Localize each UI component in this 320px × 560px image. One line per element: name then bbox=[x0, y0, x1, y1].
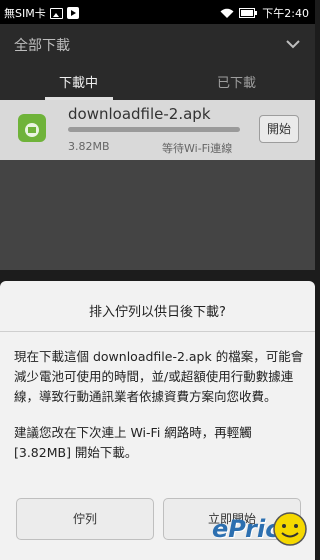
download-status: 等待Wi-Fi連線 bbox=[162, 142, 233, 155]
tab-downloading[interactable]: 下載中 bbox=[0, 72, 157, 91]
eprice-watermark: ePrice bbox=[212, 505, 312, 555]
dialog-message-suggestion: 建議您改在下次連上 Wi-Fi 網路時，再輕觸 [3.82MB] 開始下載。 bbox=[14, 425, 252, 460]
wifi-icon bbox=[220, 8, 234, 19]
tab-downloaded[interactable]: 已下載 bbox=[158, 72, 315, 91]
download-progress-bar bbox=[68, 127, 240, 132]
header-title: 全部下載 bbox=[14, 38, 70, 54]
dialog-message-warning: 現在下載這個 downloadfile-2.apk 的檔案，可能會減少電池可使用… bbox=[14, 349, 304, 404]
carrier-label: 無SIM卡 bbox=[4, 7, 46, 20]
dialog-title: 排入佇列以供日後下載? bbox=[89, 305, 226, 320]
file-name: downloadfile-2.apk bbox=[68, 105, 211, 123]
tab-bar: 下載中 已下載 bbox=[0, 64, 315, 100]
android-app-icon bbox=[18, 114, 46, 142]
smiley-mascot-icon bbox=[273, 512, 307, 546]
clock: 下午2:40 bbox=[262, 7, 309, 20]
queue-button[interactable]: 佇列 bbox=[16, 498, 154, 540]
dialog-body: 現在下載這個 downloadfile-2.apk 的檔案，可能會減少電池可使用… bbox=[14, 347, 304, 479]
dialog-divider bbox=[0, 331, 315, 332]
status-left: 無SIM卡 bbox=[4, 5, 79, 21]
status-bar: 無SIM卡 下午2:40 bbox=[0, 0, 315, 24]
play-store-notification-icon bbox=[66, 7, 79, 19]
status-right: 下午2:40 bbox=[220, 5, 309, 21]
start-button[interactable]: 開始 bbox=[259, 115, 299, 143]
app-header: 全部下載 bbox=[0, 24, 315, 64]
download-item[interactable]: downloadfile-2.apk 3.82MB 等待Wi-Fi連線 開始 bbox=[0, 100, 315, 160]
chevron-down-icon[interactable] bbox=[285, 36, 301, 52]
gallery-notification-icon bbox=[49, 7, 63, 19]
download-list: downloadfile-2.apk 3.82MB 等待Wi-Fi連線 開始 bbox=[0, 100, 315, 270]
battery-icon bbox=[239, 8, 258, 18]
file-size: 3.82MB bbox=[68, 140, 110, 153]
